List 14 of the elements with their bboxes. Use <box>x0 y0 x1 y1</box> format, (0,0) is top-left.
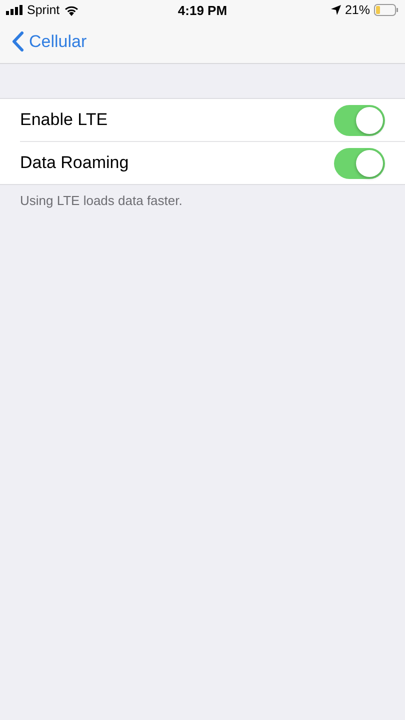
toggle-switch[interactable] <box>334 148 385 178</box>
signal-icon <box>6 5 23 15</box>
chevron-left-icon <box>12 31 24 52</box>
carrier-name: Sprint <box>27 3 60 17</box>
setting-label: Data Roaming <box>20 153 129 173</box>
battery-icon <box>374 4 399 16</box>
toggle-switch[interactable] <box>334 104 385 136</box>
clock-time: 4:19 PM <box>178 2 228 18</box>
back-button[interactable]: Cellular <box>0 31 87 52</box>
location-icon <box>330 5 341 15</box>
wifi-icon <box>64 4 79 16</box>
footer-note: Using LTE loads data faster. <box>20 193 184 208</box>
setting-label: Enable LTE <box>20 110 108 130</box>
battery-percent: 21% <box>344 3 370 17</box>
